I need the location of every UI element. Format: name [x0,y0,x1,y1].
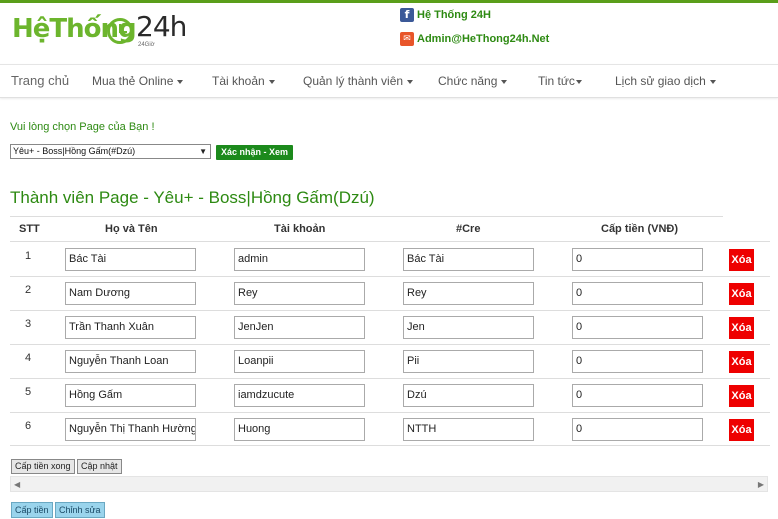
nav-item-news[interactable]: Tin tức [538,74,582,88]
row-stt: 1 [25,250,32,262]
caret-down-icon [268,79,275,84]
row-divider [10,344,770,345]
amount-input[interactable]: 0 [572,384,703,407]
amount-input[interactable]: 0 [572,282,703,305]
top-accent-line [0,0,778,3]
chinh-sua-button[interactable]: Chỉnh sửa [55,502,105,518]
caret-down-icon [501,79,508,84]
amount-input[interactable]: 0 [572,350,703,373]
cre-input[interactable]: Dzú [403,384,534,407]
cre-input[interactable]: Bác Tài [403,248,534,271]
name-input[interactable]: Nguyễn Thị Thanh Hường [65,418,196,441]
header-name: Họ và Tên [105,223,158,235]
row-divider [10,445,770,446]
delete-button[interactable]: Xóa [729,249,754,271]
section-title: Thành viên Page - Yêu+ - Boss|Hồng Gấm(D… [10,188,375,207]
email-icon: ✉ [400,32,414,46]
account-input[interactable]: Huong [234,418,365,441]
nav-item-history[interactable]: Lịch sử giao dịch [615,74,716,88]
delete-button[interactable]: Xóa [729,351,754,373]
amount-input[interactable]: 0 [572,418,703,441]
horizontal-scrollbar[interactable]: ◀ ▶ [10,476,768,492]
page-select[interactable]: Yêu+ - Boss|Hồng Gấm(#Dzú) ▼ [10,144,211,159]
account-input[interactable]: Loanpii [234,350,365,373]
caret-down-icon [407,79,414,84]
scroll-right-icon[interactable]: ▶ [758,480,764,489]
account-input[interactable]: admin [234,248,365,271]
header-account: Tài khoản [274,223,326,235]
confirm-view-button[interactable]: Xác nhận - Xem [216,145,294,160]
header-stt: STT [19,223,40,235]
name-input[interactable]: Nguyễn Thanh Loan [65,350,196,373]
logo-number: 24h [136,10,187,43]
cap-nhat-button[interactable]: Cập nhật [77,459,122,474]
row-stt: 4 [25,352,32,364]
amount-input[interactable]: 0 [572,248,703,271]
row-stt: 3 [25,318,32,330]
dropdown-arrow-icon: ▼ [199,147,207,156]
row-stt: 6 [25,420,32,432]
row-divider [10,310,770,311]
scroll-left-icon[interactable]: ◀ [14,480,20,489]
row-stt: 5 [25,386,32,398]
header-cre: #Cre [456,223,481,235]
delete-button[interactable]: Xóa [729,283,754,305]
account-input[interactable]: Rey [234,282,365,305]
name-input[interactable]: Hồng Gấm [65,384,196,407]
amount-input[interactable]: 0 [572,316,703,339]
cre-input[interactable]: Rey [403,282,534,305]
page-select-value: Yêu+ - Boss|Hồng Gấm(#Dzú) [13,146,136,156]
cap-tien-button[interactable]: Cấp tiền [11,502,53,518]
facebook-link[interactable]: f Hệ Thống 24H [400,8,491,22]
caret-down-icon [709,79,716,84]
nav-item-functions[interactable]: Chức năng [438,74,508,88]
row-divider [10,276,770,277]
row-divider [10,412,770,413]
row-stt: 2 [25,284,32,296]
cap-tien-xong-button[interactable]: Cấp tiền xong [11,459,75,474]
cre-input[interactable]: NTTH [403,418,534,441]
email-link[interactable]: ✉ Admin@HeThong24h.Net [400,32,549,46]
delete-button[interactable]: Xóa [729,385,754,407]
caret-down-icon [177,79,184,84]
nav-item-home[interactable]: Trang chủ [11,73,69,88]
name-input[interactable]: Trần Thanh Xuân [65,316,196,339]
cre-input[interactable]: Pii [403,350,534,373]
facebook-icon: f [400,8,414,22]
nav-item-members[interactable]: Quản lý thành viên [303,74,414,88]
nav-item-account[interactable]: Tài khoản [212,74,275,88]
main-nav: Trang chủ Mua thẻ Online Tài khoản Quản … [0,64,778,98]
delete-button[interactable]: Xóa [729,419,754,441]
nav-item-buy-card[interactable]: Mua thẻ Online [92,74,184,88]
row-divider [10,378,770,379]
header-amount: Cấp tiền (VNĐ) [601,223,678,235]
logo-subtext: 24Giờ [138,42,155,48]
table-header-border [10,241,770,242]
name-input[interactable]: Bác Tài [65,248,196,271]
page-select-prompt: Vui lòng chọn Page của Bạn ! [10,121,155,133]
delete-button[interactable]: Xóa [729,317,754,339]
caret-down-icon [575,79,582,84]
email-label: Admin@HeThong24h.Net [417,32,550,45]
facebook-label: Hệ Thống 24H [417,8,491,21]
name-input[interactable]: Nam Dương [65,282,196,305]
cre-input[interactable]: Jen [403,316,534,339]
clock-icon [107,18,133,44]
table-top-border [10,216,723,217]
account-input[interactable]: JenJen [234,316,365,339]
account-input[interactable]: iamdzucute [234,384,365,407]
